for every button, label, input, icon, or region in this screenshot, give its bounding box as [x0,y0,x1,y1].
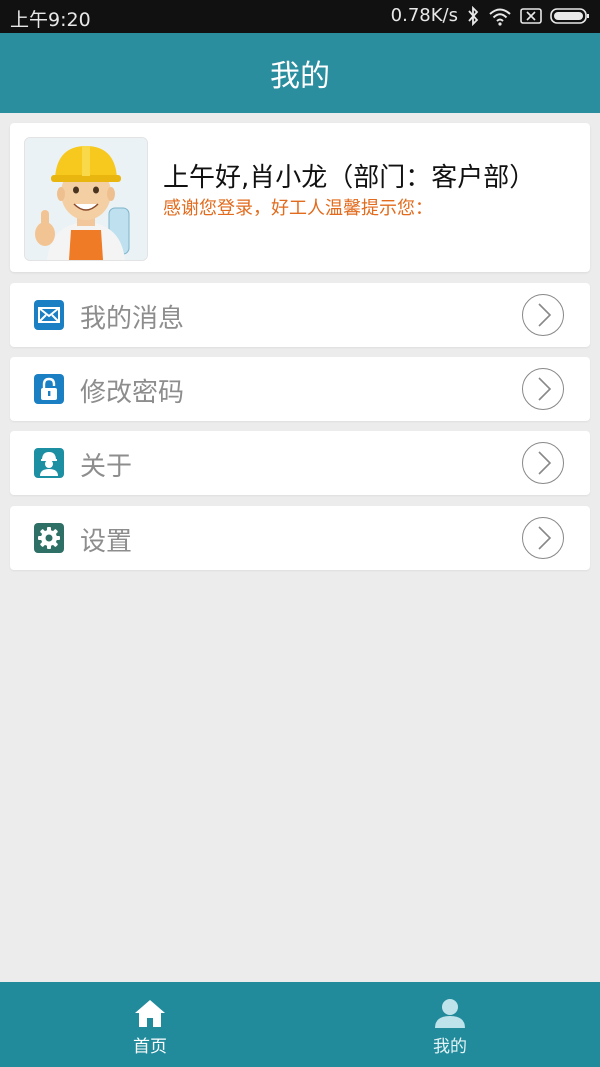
menu-item-change-password[interactable]: 修改密码 [10,357,590,421]
greeting-text: 上午好,肖小龙（部门：客户部） [163,163,536,193]
app-header: 我的 [0,33,600,113]
welcome-tip: 感谢您登录，好工人温馨提示您： [163,198,433,219]
menu-label-settings: 设置 [80,527,133,557]
menu-label-change-password: 修改密码 [80,378,185,408]
worker-icon [34,448,64,478]
gear-icon [34,523,64,553]
menu-label-about: 关于 [80,452,133,482]
battery-icon [550,7,590,25]
chevron-right-icon [522,517,564,559]
tab-label-mine: 我的 [433,1037,467,1057]
status-time: 上午9:20 [10,9,91,31]
home-icon [133,998,167,1032]
tab-label-home: 首页 [133,1037,167,1057]
status-bar: 上午9:20 0.78K/s [0,0,600,33]
status-right: 0.78K/s [391,5,590,26]
menu-item-messages[interactable]: 我的消息 [10,283,590,347]
tab-home[interactable]: 首页 [0,982,300,1067]
bottom-tab-bar: 首页 我的 [0,982,600,1067]
bluetooth-icon [466,5,480,26]
user-icon [433,998,467,1032]
chevron-right-icon [522,294,564,336]
menu-item-settings[interactable]: 设置 [10,506,590,570]
tab-mine[interactable]: 我的 [300,982,600,1067]
sim-icon [520,7,542,25]
wifi-icon [488,6,512,26]
chevron-right-icon [522,368,564,410]
mail-icon [34,300,64,330]
menu-label-messages: 我的消息 [80,304,185,334]
worker-avatar [24,137,148,261]
menu-item-about[interactable]: 关于 [10,431,590,495]
chevron-right-icon [522,442,564,484]
page-title: 我的 [270,59,330,94]
profile-card: 上午好,肖小龙（部门：客户部） 感谢您登录，好工人温馨提示您： [10,123,590,272]
lock-icon [34,374,64,404]
network-speed: 0.78K/s [390,5,458,26]
